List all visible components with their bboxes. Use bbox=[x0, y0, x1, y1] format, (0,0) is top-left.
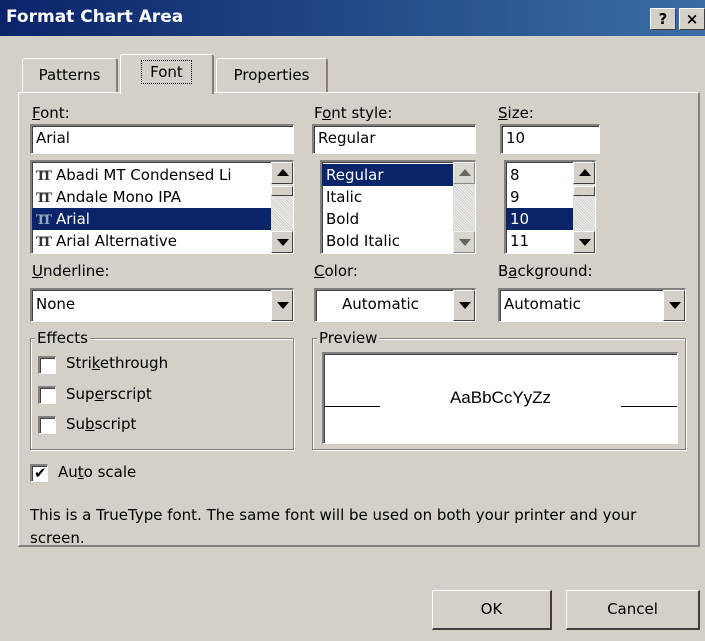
background-value: Automatic bbox=[504, 295, 581, 313]
scroll-up-button[interactable] bbox=[573, 162, 595, 184]
font-list-scrollbar[interactable] bbox=[271, 162, 293, 253]
font-label: Font: bbox=[32, 104, 70, 122]
tab-patterns-label: Patterns bbox=[38, 66, 101, 84]
list-item-size-11[interactable]: 11 bbox=[506, 230, 573, 252]
arrow-down-icon bbox=[277, 239, 289, 246]
tab-font-label: Font bbox=[141, 60, 192, 84]
font-list[interactable]: TT Abadi MT Condensed Li TT Andale Mono IP… bbox=[30, 160, 294, 254]
font-input-value: Arial bbox=[36, 129, 70, 147]
scroll-thumb[interactable] bbox=[271, 186, 293, 196]
font-style-list[interactable]: Regular Italic Bold Bold Italic bbox=[320, 160, 476, 254]
superscript-label[interactable]: Superscript bbox=[66, 385, 152, 403]
scroll-thumb[interactable] bbox=[573, 186, 595, 196]
auto-scale-label[interactable]: Auto scale bbox=[58, 463, 136, 481]
font-style-input[interactable]: Regular bbox=[312, 124, 476, 154]
list-item-arial[interactable]: TT Arial bbox=[32, 208, 271, 230]
arrow-up-icon bbox=[459, 169, 471, 176]
list-item-arial-alternative[interactable]: TT Arial Alternative bbox=[32, 230, 271, 252]
tab-properties[interactable]: Properties bbox=[216, 58, 328, 92]
dropdown-button[interactable] bbox=[271, 290, 293, 321]
underline-value: None bbox=[36, 295, 76, 313]
font-style-label: Font style: bbox=[314, 104, 393, 122]
underline-dropdown[interactable]: None bbox=[30, 288, 294, 322]
truetype-icon: TT bbox=[36, 169, 52, 184]
checkmark-icon: ✔ bbox=[34, 464, 47, 482]
superscript-checkbox[interactable] bbox=[38, 386, 56, 404]
arrow-down-icon bbox=[579, 239, 591, 246]
truetype-icon: TT bbox=[36, 235, 52, 250]
truetype-icon: TT bbox=[36, 213, 52, 228]
tab-properties-label: Properties bbox=[233, 66, 310, 84]
preview-box: AaBbCcYyZz bbox=[322, 352, 678, 444]
scroll-up-button[interactable] bbox=[271, 162, 293, 184]
effects-title: Effects bbox=[35, 329, 90, 347]
auto-scale-checkbox[interactable]: ✔ bbox=[30, 464, 48, 482]
scroll-up-button[interactable] bbox=[453, 162, 475, 184]
font-style-list-scrollbar[interactable] bbox=[453, 162, 475, 253]
list-item-size-10[interactable]: 10 bbox=[506, 208, 573, 230]
background-label: Background: bbox=[498, 262, 593, 280]
window-title: Format Chart Area bbox=[6, 7, 184, 27]
preview-sample: AaBbCcYyZz bbox=[449, 388, 552, 407]
size-input[interactable]: 10 bbox=[500, 124, 600, 154]
background-dropdown[interactable]: Automatic bbox=[498, 288, 686, 322]
close-button[interactable]: × bbox=[679, 8, 705, 30]
tab-patterns[interactable]: Patterns bbox=[22, 58, 118, 92]
ok-button[interactable]: OK bbox=[432, 590, 552, 630]
size-input-value: 10 bbox=[506, 129, 526, 147]
scroll-down-button[interactable] bbox=[453, 231, 475, 253]
chevron-down-icon bbox=[669, 302, 681, 309]
help-button[interactable]: ? bbox=[650, 8, 676, 30]
tab-font[interactable]: Font bbox=[120, 54, 214, 94]
font-input[interactable]: Arial bbox=[30, 124, 294, 154]
font-style-input-value: Regular bbox=[318, 129, 376, 147]
strikethrough-label[interactable]: Strikethrough bbox=[66, 354, 168, 372]
dropdown-button[interactable] bbox=[453, 290, 475, 321]
dropdown-button[interactable] bbox=[663, 290, 685, 321]
size-list-scrollbar[interactable] bbox=[573, 162, 595, 253]
list-item-size-9[interactable]: 9 bbox=[506, 186, 573, 208]
subscript-checkbox[interactable] bbox=[38, 416, 56, 434]
list-item-bold[interactable]: Bold bbox=[322, 208, 453, 230]
list-item-italic[interactable]: Italic bbox=[322, 186, 453, 208]
size-label: Size: bbox=[498, 104, 534, 122]
color-dropdown[interactable]: Automatic bbox=[314, 288, 476, 322]
color-label: Color: bbox=[314, 262, 358, 280]
underline-label: Underline: bbox=[32, 262, 110, 280]
arrow-up-icon bbox=[277, 169, 289, 176]
chevron-down-icon bbox=[277, 302, 289, 309]
scroll-down-button[interactable] bbox=[271, 231, 293, 253]
strikethrough-checkbox[interactable] bbox=[38, 356, 56, 374]
scroll-down-button[interactable] bbox=[573, 231, 595, 253]
chevron-down-icon bbox=[459, 302, 471, 309]
list-item-andale[interactable]: TT Andale Mono IPA bbox=[32, 186, 271, 208]
list-item-bold-italic[interactable]: Bold Italic bbox=[322, 230, 453, 252]
arrow-down-icon bbox=[459, 239, 471, 246]
cancel-button[interactable]: Cancel bbox=[566, 590, 700, 630]
arrow-up-icon bbox=[579, 169, 591, 176]
color-value: Automatic bbox=[342, 295, 419, 313]
title-bar[interactable]: Format Chart Area ? × bbox=[0, 0, 705, 36]
list-item-size-8[interactable]: 8 bbox=[506, 164, 573, 186]
list-item-abadi[interactable]: TT Abadi MT Condensed Li bbox=[32, 164, 271, 186]
truetype-icon: TT bbox=[36, 191, 52, 206]
truetype-info-text: This is a TrueType font. The same font w… bbox=[30, 506, 637, 547]
size-list[interactable]: 8 9 10 11 bbox=[504, 160, 596, 254]
preview-title: Preview bbox=[317, 329, 380, 347]
subscript-label[interactable]: Subscript bbox=[66, 415, 136, 433]
list-item-regular[interactable]: Regular bbox=[322, 164, 453, 186]
